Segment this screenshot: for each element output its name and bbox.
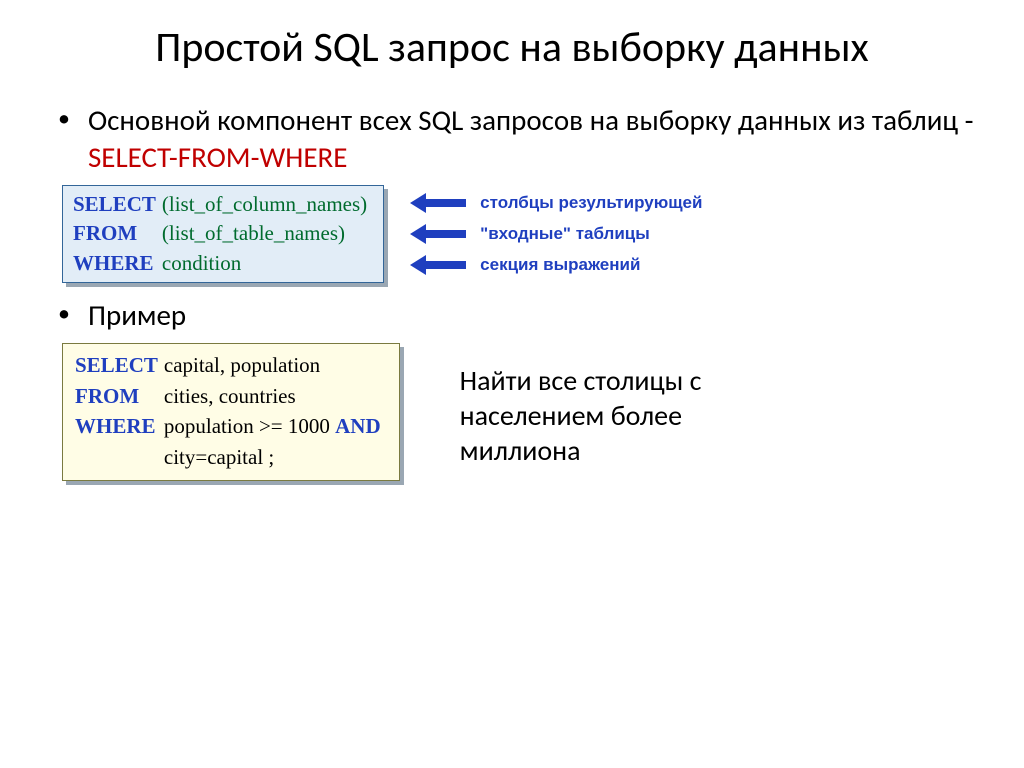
sql-template-box: SELECT (list_of_column_names) FROM (list…: [62, 185, 384, 283]
ex-arg-select: capital, population: [164, 353, 320, 377]
ex-arg-from: cities, countries: [164, 384, 296, 408]
kw-from: FROM: [73, 221, 137, 245]
arg-from: (list_of_table_names): [162, 221, 345, 245]
kw-select: SELECT: [73, 192, 156, 216]
example-section: SELECT capital, population FROM cities, …: [40, 343, 984, 481]
bullet-main: • Основной компонент всех SQL запросов н…: [40, 102, 984, 175]
ex-kw-select: SELECT: [75, 353, 158, 377]
bullet-example: • Пример: [40, 297, 984, 333]
bullet-main-text: Основной компонент всех SQL запросов на …: [88, 102, 984, 175]
example-label: Пример: [88, 297, 186, 333]
slide-title: Простой SQL запрос на выборку данных: [40, 24, 984, 72]
sql-template-diagram: SELECT (list_of_column_names) FROM (list…: [62, 185, 984, 283]
arrow-column: [410, 188, 466, 280]
kw-where: WHERE: [73, 251, 154, 275]
arrow-label-condition: секция выражений: [480, 255, 702, 275]
bullet-dot-icon: •: [58, 102, 70, 136]
arrow-label-column: столбцы результирующей "входные" таблицы…: [480, 188, 702, 280]
ex-where-line2: city=capital ;: [164, 445, 274, 469]
sql-example-box: SELECT capital, population FROM cities, …: [62, 343, 400, 481]
arrow-left-icon: [410, 255, 466, 275]
arg-select: (list_of_column_names): [162, 192, 367, 216]
ex-where-and: AND: [335, 414, 381, 438]
bullet-dot-icon: •: [58, 297, 70, 331]
arrow-left-icon: [410, 193, 466, 213]
arrow-left-icon: [410, 224, 466, 244]
arrow-label-columns: столбцы результирующей: [480, 193, 702, 213]
bullet-main-highlight: SELECT-FROM-WHERE: [88, 139, 347, 175]
ex-kw-where: WHERE: [75, 414, 156, 438]
arrow-label-tables: "входные" таблицы: [480, 224, 702, 244]
arg-where: condition: [162, 251, 241, 275]
example-description: Найти все столицы с населением более мил…: [460, 363, 790, 468]
bullet-main-prefix: Основной компонент всех SQL запросов на …: [88, 102, 974, 138]
ex-kw-from: FROM: [75, 384, 139, 408]
ex-where-line1: population >= 1000: [164, 414, 335, 438]
